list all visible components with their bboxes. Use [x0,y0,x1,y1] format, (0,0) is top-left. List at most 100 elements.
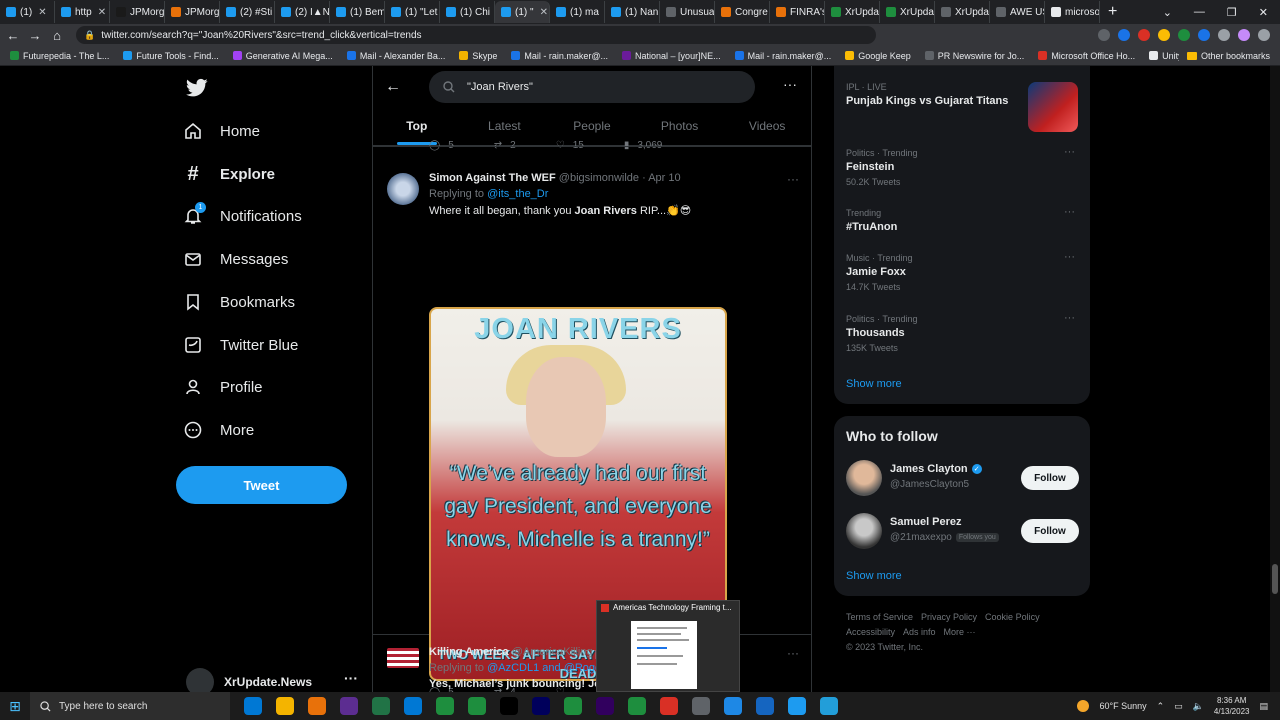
footer-link[interactable]: Cookie Policy [985,612,1040,622]
nav-item-more[interactable]: More [184,421,254,439]
suggestion-name[interactable]: Samuel Perez [890,516,962,528]
trend-item[interactable]: Trending #TruAnon [846,208,897,233]
browser-tab[interactable]: (1) ma [550,1,605,23]
more-dots-icon[interactable]: ··· [1064,146,1075,158]
more-dots-icon[interactable]: ··· [1064,312,1075,324]
taskbar-app-icon[interactable] [468,697,486,715]
extension-icon[interactable] [1178,29,1190,41]
weather-text[interactable]: 60°F Sunny [1099,701,1146,711]
bookmark-item[interactable]: Mail - rain.maker@... [511,51,608,61]
follow-suggestion[interactable]: James Clayton ✓ @JamesClayton5 Follow [846,460,1079,496]
author-name[interactable]: Simon Against The WEF [429,172,556,184]
footer-link[interactable]: Ads info [903,627,936,637]
browser-tab[interactable]: FINRA's [770,1,825,23]
trends-show-more[interactable]: Show more [846,378,902,390]
more-dots-icon[interactable]: ··· [783,76,797,92]
footer-link[interactable]: Privacy Policy [921,612,977,622]
browser-tab[interactable]: JPMorg [165,1,220,23]
tab-videos[interactable]: Videos [723,110,811,145]
who-to-follow-show-more[interactable]: Show more [846,570,902,582]
nav-item-profile[interactable]: Profile [184,378,263,396]
mention-link[interactable]: @its_the_Dr [487,188,548,200]
browser-tab[interactable]: microso [1045,1,1100,23]
nav-item-bookmarks[interactable]: Bookmarks [184,293,295,311]
window-control-button[interactable]: — [1194,6,1205,19]
new-tab-button[interactable]: + [1100,3,1125,21]
browser-tab[interactable]: (2) I▲N [275,1,330,23]
trend-item[interactable]: IPL · LIVE Punjab Kings vs Gujarat Titans [846,82,1008,107]
bookmark-item[interactable]: Future Tools - Find... [123,51,219,61]
taskbar-preview[interactable]: Americas Technology Framing t... [596,600,740,692]
home-icon[interactable]: ⌂ [48,28,66,43]
puzzle-icon[interactable] [1218,29,1230,41]
back-arrow-icon[interactable]: ← [385,78,401,96]
nav-item-home[interactable]: Home [184,122,260,140]
follow-suggestion[interactable]: Samuel Perez @21maxexpo Follows you Follow [846,513,1079,549]
tweet[interactable]: Simon Against The WEF @bigsimonwilde · A… [373,147,811,692]
taskbar-app-icon[interactable] [724,697,742,715]
more-dots-icon[interactable]: ··· [1064,206,1075,218]
bookmark-item[interactable]: Generative AI Mega... [232,51,333,61]
browser-tab[interactable]: JPMorg [110,1,165,23]
window-control-button[interactable]: ✕ [1259,6,1268,19]
trend-item[interactable]: Politics · Trending Feinstein 50.2K Tweets [846,148,918,187]
avatar[interactable] [846,513,882,549]
window-control-button[interactable]: ❐ [1227,6,1237,19]
browser-tab[interactable]: Congre [715,1,770,23]
taskbar-app-icon[interactable] [788,697,806,715]
taskbar-app-icon[interactable] [628,697,646,715]
taskbar-app-icon[interactable] [660,697,678,715]
taskbar-app-icon[interactable] [564,697,582,715]
tweet-button[interactable]: Tweet [176,466,347,504]
browser-tab[interactable]: http ✕ [55,1,110,23]
bookmark-item[interactable]: Skype [459,51,497,61]
bookmark-item[interactable]: National – [your]NE... [622,51,721,61]
follow-button[interactable]: Follow [1021,466,1079,490]
follow-button[interactable]: Follow [1021,519,1079,543]
taskbar-app-icon[interactable] [404,697,422,715]
account-switcher[interactable]: XrUpdate.News ··· [186,668,358,692]
bookmark-item[interactable]: Google Keep [845,51,911,61]
avatar[interactable] [387,173,419,205]
windows-start-icon[interactable]: ⊞ [0,698,30,715]
footer-link[interactable]: More ··· [944,627,976,637]
browser-tab[interactable]: (1) " ✕ [495,1,550,23]
nav-item-twitter-blue[interactable]: Twitter Blue [184,336,298,354]
clock[interactable]: 8:36 AM 4/13/2023 [1214,695,1250,717]
forward-icon[interactable]: → [26,28,44,43]
taskbar-app-icon[interactable] [756,697,774,715]
volume-icon[interactable]: 🔈 [1193,701,1204,712]
extension-icon[interactable] [1198,29,1210,41]
extension-icon[interactable] [1098,29,1110,41]
tray-chevron-icon[interactable]: ⌃ [1157,701,1165,712]
browser-tab[interactable]: Unusua [660,1,715,23]
tab-close-icon[interactable]: ✕ [540,7,548,18]
browser-tab[interactable]: (1) "Let [385,1,440,23]
browser-tab[interactable]: AWE US [990,1,1045,23]
author-handle[interactable]: @AmericaKilling [512,646,593,658]
window-control-button[interactable]: ⌄ [1163,6,1172,19]
more-dots-icon[interactable]: ··· [1064,251,1075,263]
tab-close-icon[interactable]: ✕ [38,7,46,18]
browser-tab[interactable]: (1) ✕ [0,1,55,23]
avatar[interactable] [846,460,882,496]
tweet[interactable]: Killing America @AmericaKilling ··· Repl… [373,636,811,692]
taskbar-app-icon[interactable] [820,697,838,715]
nav-item-explore[interactable]: # Explore [184,163,275,185]
browser-tab[interactable]: XrUpda [935,1,990,23]
scrollbar-thumb[interactable] [1272,564,1278,594]
browser-tab[interactable]: (1) Chi [440,1,495,23]
address-bar[interactable]: 🔒 twitter.com/search?q="Joan%20Rivers"&s… [76,26,876,44]
extension-icon[interactable] [1158,29,1170,41]
browser-tab[interactable]: (2) #Sti [220,1,275,23]
avatar[interactable] [387,648,419,668]
taskbar-search[interactable]: Type here to search [30,692,230,720]
taskbar-app-icon[interactable] [596,697,614,715]
taskbar-app-icon[interactable] [500,697,518,715]
bookmark-item[interactable]: PR Newswire for Jo... [924,51,1024,61]
browser-tab[interactable]: XrUpda [825,1,880,23]
taskbar-app-icon[interactable] [436,697,454,715]
extension-icon[interactable] [1138,29,1150,41]
notification-center-icon[interactable]: ▤ [1259,701,1268,712]
taskbar-app-icon[interactable] [532,697,550,715]
